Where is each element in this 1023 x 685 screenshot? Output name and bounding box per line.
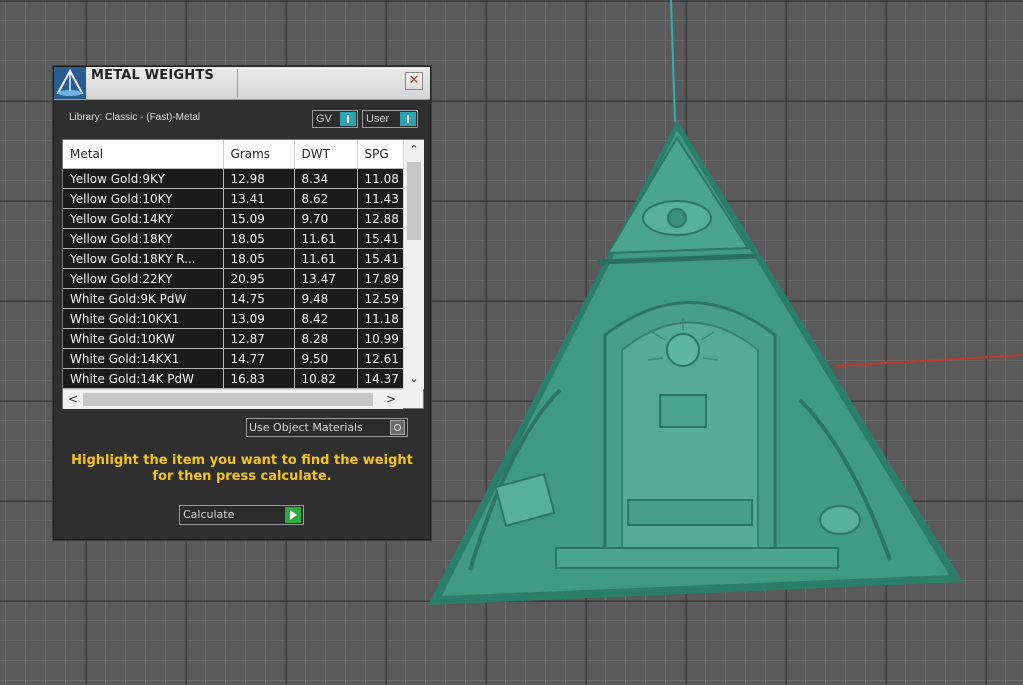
cell-grams[interactable]: 15.09 [223, 208, 295, 229]
user-toggle[interactable]: User [362, 110, 418, 128]
column-header-spg[interactable]: SPG [357, 140, 403, 169]
metal-weights-panel: METAL WEIGHTS ✕ Library: Classic - (Fast… [53, 66, 431, 540]
vertical-scroll-thumb[interactable] [407, 162, 421, 240]
cell-grams[interactable]: 14.77 [223, 348, 295, 369]
cell-metal[interactable]: White Gold:14K PdW [63, 368, 224, 389]
column-header-grams[interactable]: Grams [223, 140, 295, 169]
cell-dwt[interactable]: 13.47 [294, 268, 358, 289]
panel-titlebar[interactable]: METAL WEIGHTS ✕ [54, 67, 430, 100]
table-row[interactable]: Yellow Gold:9KY 12.98 8.34 11.08 [63, 168, 403, 189]
cell-dwt[interactable]: 8.42 [294, 308, 358, 329]
cell-spg[interactable]: 12.88 [357, 208, 403, 229]
cell-grams[interactable]: 18.05 [223, 228, 295, 249]
table-row[interactable]: Yellow Gold:22KY 20.95 13.47 17.89 [63, 268, 403, 289]
table-row[interactable]: White Gold:14KX1 14.77 9.50 12.61 [63, 348, 403, 369]
table-row[interactable]: White Gold:10KW 12.87 8.28 10.99 [63, 328, 403, 349]
sun-carving [666, 333, 700, 367]
cell-metal[interactable]: Yellow Gold:14KY [63, 208, 224, 229]
horizontal-scroll-thumb[interactable] [83, 393, 373, 406]
cell-metal[interactable]: Yellow Gold:9KY [63, 168, 224, 189]
cell-grams[interactable]: 13.09 [223, 308, 295, 329]
toggle-switch-icon [340, 112, 356, 126]
cell-grams[interactable]: 20.95 [223, 268, 295, 289]
use-object-materials-label: Use Object Materials [249, 421, 363, 434]
scrollbar-corner [403, 389, 423, 408]
cell-metal[interactable]: White Gold:9K PdW [63, 288, 224, 309]
metal-weights-app-icon [54, 67, 86, 99]
cell-spg[interactable]: 11.08 [357, 168, 403, 189]
cell-spg[interactable]: 14.37 [357, 368, 403, 389]
cell-dwt[interactable]: 10.82 [294, 368, 358, 389]
user-toggle-label: User [366, 113, 390, 125]
table-row[interactable]: White Gold:14K PdW 16.83 10.82 14.37 [63, 368, 403, 389]
cell-spg[interactable]: 12.61 [357, 348, 403, 369]
cell-grams[interactable]: 18.05 [223, 248, 295, 269]
vertical-scrollbar[interactable]: ⌃ ⌄ [403, 140, 424, 389]
cell-dwt[interactable]: 9.70 [294, 208, 358, 229]
cell-dwt[interactable]: 9.50 [294, 348, 358, 369]
y-axis-line [670, 0, 676, 123]
table-row[interactable]: Yellow Gold:10KY 13.41 8.62 11.43 [63, 188, 403, 209]
cell-grams[interactable]: 12.87 [223, 328, 295, 349]
table-row[interactable]: Yellow Gold:18KY 18.05 11.61 15.41 [63, 228, 403, 249]
cell-grams[interactable]: 16.83 [223, 368, 295, 389]
calculate-button[interactable]: Calculate [179, 505, 304, 525]
cell-grams[interactable]: 12.98 [223, 168, 295, 189]
cell-metal[interactable]: Yellow Gold:18KY [63, 228, 224, 249]
gv-toggle[interactable]: GV [312, 110, 358, 128]
metals-table[interactable]: Metal Grams DWT SPG Yellow Gold:9KY 12.98… [62, 139, 424, 409]
scroll-right-icon[interactable]: > [383, 390, 399, 409]
cell-spg[interactable]: 12.59 [357, 288, 403, 309]
cell-dwt[interactable]: 8.34 [294, 168, 358, 189]
scroll-left-icon[interactable]: < [65, 390, 81, 409]
close-button[interactable]: ✕ [405, 72, 423, 90]
cell-spg[interactable]: 17.89 [357, 268, 403, 289]
cell-spg[interactable]: 10.99 [357, 328, 403, 349]
scroll-up-icon[interactable]: ⌃ [404, 140, 424, 160]
toggle-switch-icon [400, 112, 416, 126]
instruction-line-2: for then press calculate. [152, 469, 332, 484]
cell-dwt[interactable]: 8.28 [294, 328, 358, 349]
column-header-dwt[interactable]: DWT [294, 140, 358, 169]
table-row[interactable]: White Gold:10KX1 13.09 8.42 11.18 [63, 308, 403, 329]
cell-spg[interactable]: 15.41 [357, 228, 403, 249]
instruction-line-1: Highlight the item you want to find the … [71, 453, 413, 468]
scroll-down-icon[interactable]: ⌄ [404, 369, 424, 389]
x-axis-line [834, 354, 1023, 367]
cell-grams[interactable]: 13.41 [223, 188, 295, 209]
cell-dwt[interactable]: 11.61 [294, 228, 358, 249]
cell-spg[interactable]: 11.18 [357, 308, 403, 329]
gv-toggle-label: GV [316, 113, 332, 125]
titlebar-divider [237, 69, 238, 97]
calculate-label: Calculate [183, 508, 235, 521]
table-row[interactable]: White Gold:9K PdW 14.75 9.48 12.59 [63, 288, 403, 309]
cell-metal[interactable]: White Gold:10KW [63, 328, 224, 349]
cell-metal[interactable]: Yellow Gold:18KY R... [63, 248, 224, 269]
play-icon [285, 507, 301, 523]
cell-metal[interactable]: Yellow Gold:22KY [63, 268, 224, 289]
radio-icon [390, 420, 405, 435]
cell-metal[interactable]: White Gold:14KX1 [63, 348, 224, 369]
cell-dwt[interactable]: 9.48 [294, 288, 358, 309]
cell-metal[interactable]: Yellow Gold:10KY [63, 188, 224, 209]
close-icon: ✕ [408, 73, 420, 88]
use-object-materials-toggle[interactable]: Use Object Materials [246, 418, 408, 437]
horizontal-scrollbar[interactable]: < > [63, 389, 403, 409]
table-row[interactable]: Yellow Gold:18KY R... 18.05 11.61 15.41 [63, 248, 403, 269]
column-header-metal[interactable]: Metal [63, 140, 224, 169]
cell-spg[interactable]: 15.41 [357, 248, 403, 269]
library-label: Library: Classic - (Fast)-Metal [69, 112, 201, 123]
cell-spg[interactable]: 11.43 [357, 188, 403, 209]
cell-dwt[interactable]: 11.61 [294, 248, 358, 269]
panel-title: METAL WEIGHTS [91, 68, 214, 83]
table-header-row: Metal Grams DWT SPG [63, 140, 403, 169]
cell-metal[interactable]: White Gold:10KX1 [63, 308, 224, 329]
cell-grams[interactable]: 14.75 [223, 288, 295, 309]
table-row[interactable]: Yellow Gold:14KY 15.09 9.70 12.88 [63, 208, 403, 229]
cell-dwt[interactable]: 8.62 [294, 188, 358, 209]
instruction-text: Highlight the item you want to find the … [54, 453, 430, 485]
